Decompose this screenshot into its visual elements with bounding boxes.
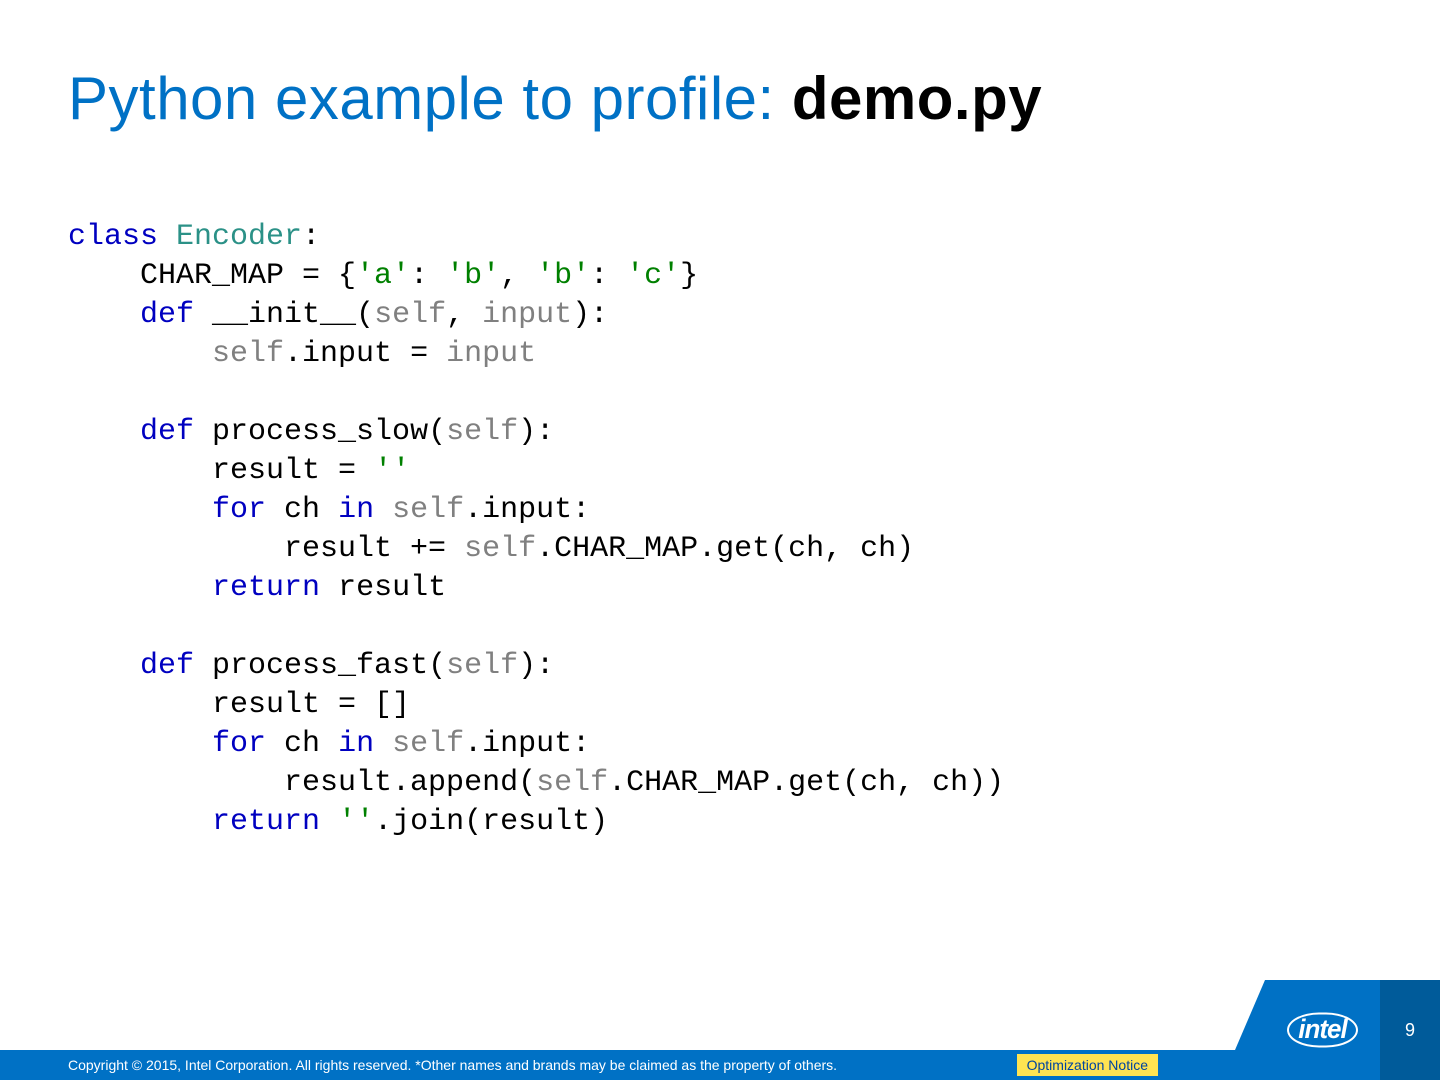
code-token: CHAR_MAP = { — [68, 259, 356, 293]
code-token: return — [212, 571, 338, 605]
code-token — [68, 415, 140, 449]
code-token — [68, 337, 212, 371]
code-token: result.append( — [68, 766, 536, 800]
code-token: self — [392, 727, 464, 761]
code-token: process_fast( — [212, 649, 446, 683]
code-token: input — [446, 337, 536, 371]
code-token: : — [590, 259, 626, 293]
code-token: , — [500, 259, 536, 293]
code-token: : — [410, 259, 446, 293]
code-token: } — [680, 259, 698, 293]
code-token: result = [] — [68, 688, 410, 722]
code-token: '' — [338, 805, 374, 839]
code-token: 'c' — [626, 259, 680, 293]
code-token — [68, 649, 140, 683]
code-token: self — [464, 532, 536, 566]
code-token: for — [212, 493, 284, 527]
code-token: self — [374, 298, 446, 332]
code-token — [68, 571, 212, 605]
code-block: class Encoder: CHAR_MAP = {'a': 'b', 'b'… — [68, 218, 1004, 842]
code-token: .input: — [464, 727, 590, 761]
code-token: 'a' — [356, 259, 410, 293]
code-token: ): — [572, 298, 608, 332]
code-token: self — [446, 649, 518, 683]
page-number: 9 — [1405, 1020, 1415, 1041]
slide: Python example to profile: demo.py class… — [0, 0, 1440, 1080]
code-token: def — [140, 298, 212, 332]
code-token: in — [338, 727, 392, 761]
slide-title: Python example to profile: demo.py — [68, 64, 1042, 133]
code-token: 'b' — [446, 259, 500, 293]
code-token: ): — [518, 415, 554, 449]
code-token: result — [338, 571, 446, 605]
code-token: .input: — [464, 493, 590, 527]
title-prefix: Python example to profile: — [68, 65, 792, 132]
code-token — [68, 727, 212, 761]
optimization-notice-badge: Optimization Notice — [1017, 1054, 1158, 1076]
code-token: ch — [284, 727, 338, 761]
code-token: process_slow( — [212, 415, 446, 449]
title-filename: demo.py — [792, 65, 1042, 132]
code-token: return — [212, 805, 338, 839]
code-token — [68, 298, 140, 332]
code-token: in — [338, 493, 392, 527]
code-token: .join(result) — [374, 805, 608, 839]
code-token: self — [392, 493, 464, 527]
code-token: self — [536, 766, 608, 800]
code-token: ch — [284, 493, 338, 527]
code-token: .CHAR_MAP.get(ch, ch)) — [608, 766, 1004, 800]
code-token: __init__( — [212, 298, 374, 332]
code-token: , — [446, 298, 482, 332]
code-token: result += — [68, 532, 464, 566]
logo-panel: intel — [1265, 980, 1380, 1080]
copyright-text: Copyright © 2015, Intel Corporation. All… — [0, 1057, 1017, 1073]
code-token: : — [302, 220, 320, 254]
code-token: .input = — [284, 337, 446, 371]
code-token: 'b' — [536, 259, 590, 293]
intel-logo-icon: intel — [1287, 1012, 1357, 1047]
code-token — [68, 493, 212, 527]
footer-bar: Copyright © 2015, Intel Corporation. All… — [0, 1050, 1440, 1080]
code-token: def — [140, 415, 212, 449]
page-number-panel: 9 — [1380, 980, 1440, 1080]
code-token: def — [140, 649, 212, 683]
code-token: class — [68, 220, 176, 254]
code-token: for — [212, 727, 284, 761]
code-token: input — [482, 298, 572, 332]
code-token: ): — [518, 649, 554, 683]
code-token: self — [446, 415, 518, 449]
code-token: .CHAR_MAP.get(ch, ch) — [536, 532, 914, 566]
code-token: '' — [374, 454, 410, 488]
code-token: result = — [68, 454, 374, 488]
code-token: self — [212, 337, 284, 371]
code-token: Encoder — [176, 220, 302, 254]
code-token — [68, 805, 212, 839]
